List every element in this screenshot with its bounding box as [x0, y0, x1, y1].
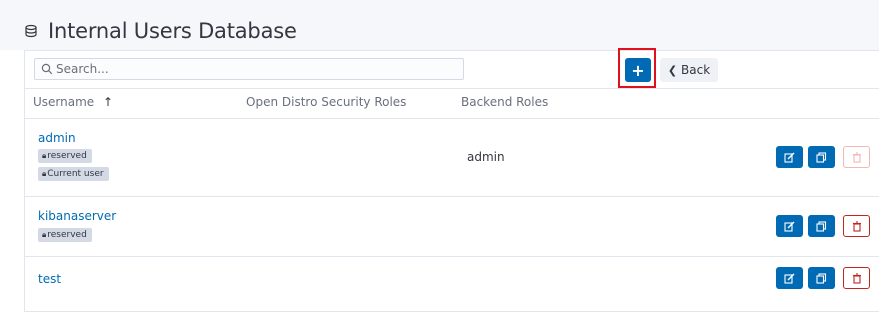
edit-button[interactable]: [776, 146, 803, 168]
badge-reserved: 🔒︎ reserved: [38, 228, 92, 242]
badge-current-user: 🔒︎ Current user: [38, 167, 109, 181]
trash-icon: [852, 220, 861, 232]
add-user-button[interactable]: +: [625, 58, 651, 82]
user-link-kibanaserver[interactable]: kibanaserver: [38, 209, 116, 223]
page-title: Internal Users Database: [48, 19, 297, 43]
column-header-username[interactable]: Username ↑: [33, 95, 113, 109]
edit-icon: [784, 221, 795, 232]
sort-ascending-icon: ↑: [103, 95, 114, 109]
column-header-backend-roles[interactable]: Backend Roles: [461, 95, 548, 109]
divider: [24, 196, 879, 197]
user-link-admin[interactable]: admin: [38, 131, 76, 145]
lock-icon: 🔒︎: [42, 151, 47, 160]
edit-button[interactable]: [776, 267, 803, 289]
chevron-left-icon: ❮: [667, 63, 678, 77]
trash-icon: [852, 151, 861, 163]
search-icon: [41, 63, 53, 75]
column-header-security-roles[interactable]: Open Distro Security Roles: [246, 95, 406, 109]
divider: [24, 88, 879, 89]
add-icon: +: [631, 60, 645, 80]
lock-icon: 🔒︎: [42, 230, 47, 239]
users-panel: [24, 50, 879, 312]
delete-button[interactable]: [843, 267, 870, 289]
duplicate-button[interactable]: [808, 146, 835, 168]
search-input[interactable]: [56, 62, 446, 76]
duplicate-button[interactable]: [808, 267, 835, 289]
backend-roles-cell: admin: [467, 150, 505, 164]
back-label: Back: [681, 63, 711, 77]
copy-icon: [816, 272, 827, 284]
user-link-test[interactable]: test: [38, 272, 61, 286]
delete-button[interactable]: [843, 215, 870, 237]
divider: [24, 256, 879, 257]
delete-button[interactable]: [843, 146, 870, 168]
trash-icon: [852, 272, 861, 284]
edit-button[interactable]: [776, 215, 803, 237]
badge-reserved: 🔒︎ reserved: [38, 149, 92, 163]
divider: [24, 118, 879, 119]
database-icon: [25, 24, 37, 38]
back-button[interactable]: ❮ Back: [660, 58, 718, 82]
lock-icon: 🔒︎: [42, 169, 47, 178]
copy-icon: [816, 151, 827, 163]
edit-icon: [784, 273, 795, 284]
copy-icon: [816, 220, 827, 232]
search-box[interactable]: [34, 58, 464, 80]
edit-icon: [784, 152, 795, 163]
page-title-row: Internal Users Database: [24, 16, 297, 46]
duplicate-button[interactable]: [808, 215, 835, 237]
